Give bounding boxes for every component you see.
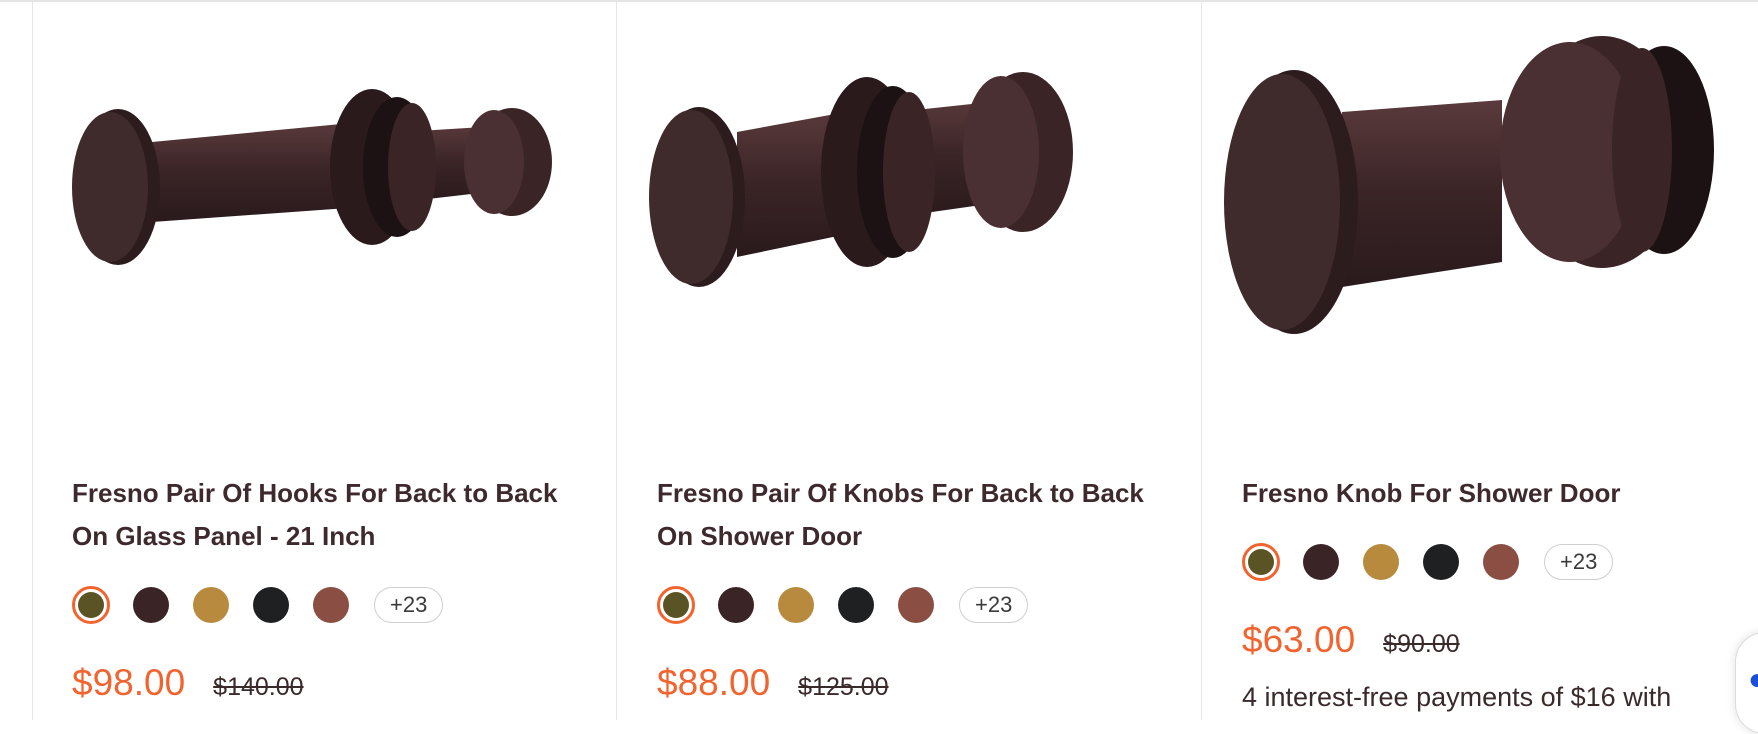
original-price: $90.00 [1383, 630, 1460, 658]
finish-swatch[interactable] [1422, 543, 1460, 581]
finish-swatch[interactable] [837, 586, 875, 624]
product-image[interactable] [1202, 2, 1758, 442]
finish-swatches: +23 [72, 586, 444, 624]
product-image[interactable] [617, 2, 1201, 442]
more-finishes-button[interactable]: +23 [1544, 544, 1614, 580]
installment-note: 4 interest-free payments of $16 with [1242, 682, 1672, 712]
product-title-line: Fresno Pair Of Hooks For Back to Back [72, 478, 558, 508]
finish-swatches: +23 [657, 586, 1029, 624]
finish-swatch[interactable] [192, 586, 230, 624]
product-grid: Fresno Pair Of Hooks For Back to Back On… [0, 0, 1758, 734]
original-price: $125.00 [798, 673, 889, 701]
sale-price: $63.00 [1242, 619, 1356, 660]
product-card: Fresno Pair Of Knobs For Back to Back On… [617, 2, 1202, 720]
original-price: $140.00 [213, 673, 304, 701]
product-title-line: On Glass Panel - 21 Inch [72, 521, 376, 551]
finish-swatch-selected[interactable] [657, 586, 695, 624]
finish-swatches: +23 [1242, 543, 1614, 581]
product-title[interactable]: Fresno Pair Of Knobs For Back to Back On… [657, 472, 1157, 558]
grid-gutter [0, 2, 33, 720]
product-title-line: On Shower Door [657, 521, 863, 551]
finish-swatch[interactable] [252, 586, 290, 624]
price-row: $63.00 $90.00 [1242, 619, 1460, 661]
finish-swatch[interactable] [312, 586, 350, 624]
chat-launcher-button[interactable]: ● [1735, 632, 1758, 734]
product-card: Fresno Pair Of Hooks For Back to Back On… [32, 2, 617, 720]
product-title[interactable]: Fresno Knob For Shower Door [1242, 472, 1742, 515]
finish-swatch[interactable] [717, 586, 755, 624]
finish-swatch[interactable] [132, 586, 170, 624]
product-title-line: Fresno Pair Of Knobs For Back to Back [657, 478, 1144, 508]
price-row: $98.00 $140.00 [72, 662, 304, 704]
finish-swatch[interactable] [1362, 543, 1400, 581]
finish-swatch[interactable] [777, 586, 815, 624]
finish-swatch-selected[interactable] [72, 586, 110, 624]
finish-swatch-selected[interactable] [1242, 543, 1280, 581]
product-card: Fresno Knob For Shower Door +23 $63.00 $… [1202, 2, 1758, 720]
finish-swatch[interactable] [897, 586, 935, 624]
sale-price: $98.00 [72, 662, 186, 703]
finish-swatch[interactable] [1482, 543, 1520, 581]
price-row: $88.00 $125.00 [657, 662, 889, 704]
finish-swatch[interactable] [1302, 543, 1340, 581]
product-title[interactable]: Fresno Pair Of Hooks For Back to Back On… [72, 472, 572, 558]
more-finishes-button[interactable]: +23 [374, 587, 444, 623]
sale-price: $88.00 [657, 662, 771, 703]
more-finishes-button[interactable]: +23 [959, 587, 1029, 623]
product-image[interactable] [32, 2, 616, 442]
chat-icon: ● [1748, 663, 1758, 696]
product-title-line: Fresno Knob For Shower Door [1242, 478, 1621, 508]
